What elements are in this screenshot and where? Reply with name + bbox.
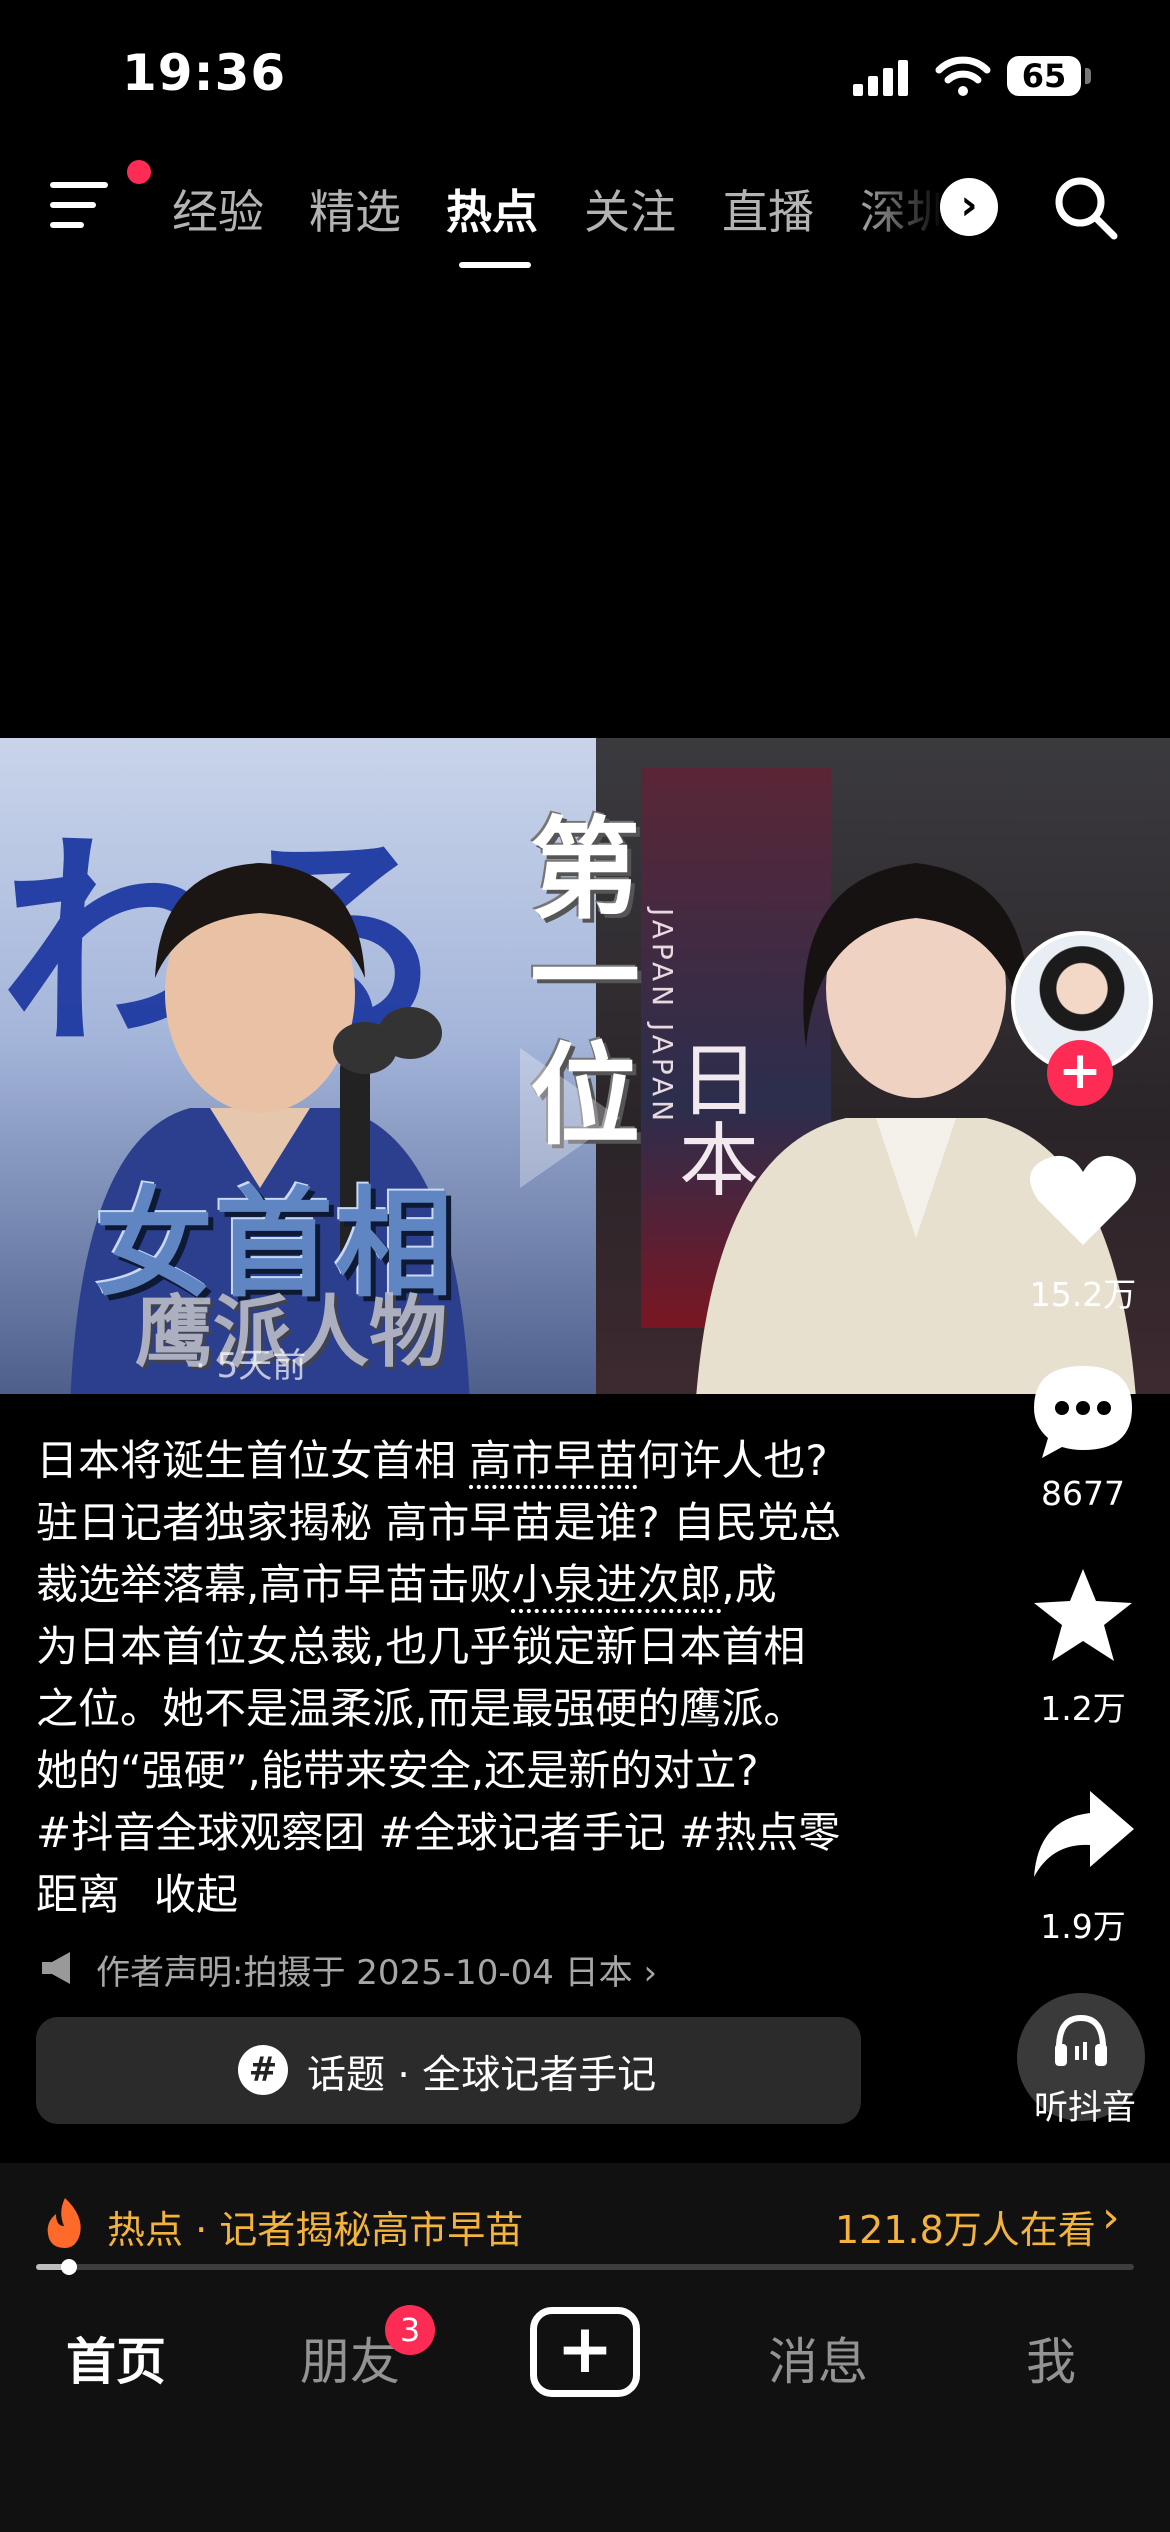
chevron-right-icon[interactable]: › — [1102, 2192, 1120, 2243]
hashtag-line[interactable]: #抖音全球观察团 #全球记者手记 #热点零 — [36, 1802, 906, 1864]
hashtag-icon: # — [238, 2045, 288, 2095]
cellular-signal-icon — [853, 60, 908, 96]
flame-icon — [47, 2198, 81, 2248]
headphones-icon — [1055, 2014, 1107, 2066]
caption-text: 裁选举落幕,高市早苗击败 — [36, 1560, 512, 1609]
nav-me[interactable]: 我 — [1026, 2322, 1076, 2394]
progress-track[interactable] — [36, 2264, 1134, 2270]
heart-icon[interactable] — [1028, 1150, 1138, 1250]
caption-text: ,成 — [721, 1560, 777, 1609]
favorite-count: 1.2万 — [1040, 1689, 1126, 1728]
create-button[interactable]: + — [530, 2307, 640, 2397]
caption-line: 她的“强硬”,能带来安全,还是新的对立? — [36, 1746, 759, 1795]
caption-line: 日本将诞生首位女首相 高市早苗何许人也? — [36, 1430, 906, 1492]
follow-plus-icon[interactable]: + — [1047, 1040, 1113, 1106]
tab-following[interactable]: 关注 — [584, 176, 676, 242]
comment-icon[interactable] — [1028, 1360, 1138, 1460]
caption-line: 为日本首位女总裁,也几乎锁定新日本首相 — [36, 1622, 806, 1671]
caption-text: 何许人也? — [637, 1436, 828, 1485]
battery-indicator: 65 — [1007, 56, 1081, 96]
tab-hot[interactable]: 热点 — [446, 176, 538, 242]
play-icon — [520, 1048, 620, 1188]
tab-experience[interactable]: 经验 — [172, 176, 264, 242]
collapse-link[interactable]: 收起 — [154, 1870, 238, 1919]
mention-link[interactable]: 小泉进次郎 — [511, 1560, 721, 1609]
star-icon[interactable] — [1028, 1565, 1138, 1665]
post-age: · 5天前 — [195, 1346, 307, 1386]
caption-text: 日本将诞生首位女首相 — [36, 1436, 470, 1485]
video-player[interactable]: わる JAPAN JAPAN 日本 第 一 位 女首相 鹰派人物 · 5天前 — [0, 738, 1170, 1394]
notification-dot — [127, 160, 151, 184]
tab-featured[interactable]: 精选 — [309, 176, 401, 242]
friends-badge: 3 — [385, 2305, 435, 2355]
more-tabs-chevron-icon[interactable]: › — [940, 178, 998, 236]
like-count: 15.2万 — [1029, 1275, 1137, 1314]
wifi-icon — [935, 56, 991, 96]
caption-line: 之位。她不是温柔派,而是最强硬的鹰派。 — [36, 1684, 806, 1733]
nav-home[interactable]: 首页 — [66, 2322, 166, 2394]
megaphone-icon — [42, 1952, 70, 1984]
tab-live[interactable]: 直播 — [722, 176, 814, 242]
nav-messages[interactable]: 消息 — [768, 2322, 868, 2394]
topic-label: 话题 · 全球记者手记 — [307, 2053, 657, 2098]
hot-topic-title[interactable]: 热点 · 记者揭秘高市早苗 — [107, 2199, 523, 2254]
share-icon[interactable] — [1028, 1785, 1138, 1885]
caption-line: 距离 收起 — [36, 1864, 906, 1926]
share-count: 1.9万 — [1040, 1907, 1126, 1946]
battery-tip — [1085, 68, 1091, 84]
progress-knob[interactable] — [61, 2259, 77, 2275]
hashtag-link[interactable]: 距离 — [36, 1870, 120, 1919]
comment-count: 8677 — [1041, 1474, 1125, 1513]
video-caption: 日本将诞生首位女首相 高市早苗何许人也? 驻日记者独家揭秘 高市早苗是谁? 自民… — [36, 1430, 906, 1926]
search-icon[interactable] — [1050, 172, 1120, 242]
author-declaration[interactable]: 作者声明:拍摄于 2025-10-04 日本 › — [96, 1945, 657, 1994]
status-time: 19:36 — [122, 44, 287, 102]
mention-link[interactable]: 高市早苗 — [469, 1436, 637, 1485]
listen-label: 听抖音 — [1034, 2088, 1136, 2128]
menu-icon[interactable] — [50, 178, 120, 232]
viewer-count: 121.8万人在看 — [835, 2208, 1096, 2252]
active-tab-indicator — [459, 262, 531, 268]
caption-line: 裁选举落幕,高市早苗击败小泉进次郎,成 — [36, 1554, 906, 1616]
caption-line: 驻日记者独家揭秘 高市早苗是谁? 自民党总 — [36, 1498, 841, 1547]
